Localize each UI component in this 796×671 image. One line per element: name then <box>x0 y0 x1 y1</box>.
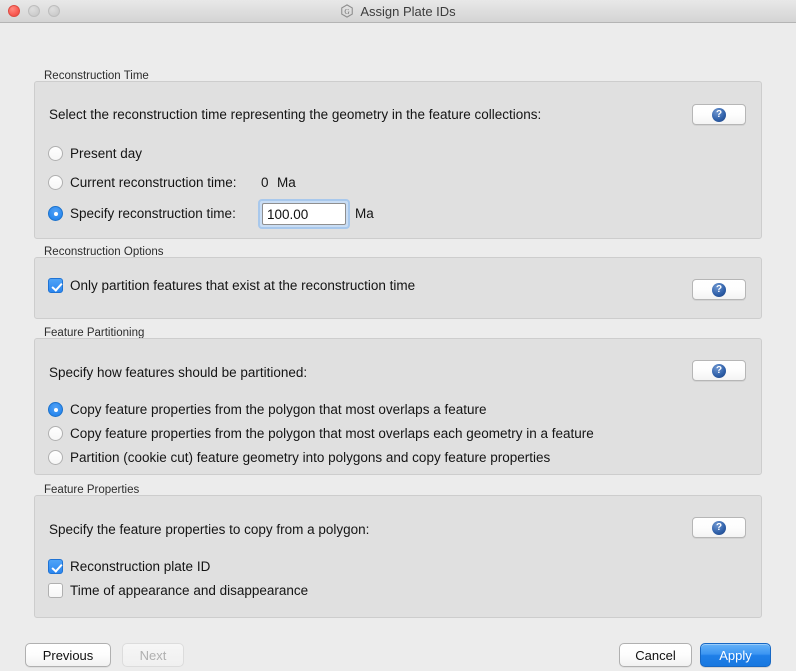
reconstruction-time-unit: Ma <box>355 206 374 221</box>
minimize-button[interactable] <box>28 5 40 17</box>
help-button-feature-properties[interactable]: ? <box>692 517 746 538</box>
window-titlebar: G Assign Plate IDs <box>0 0 796 23</box>
radio-indicator-copy-properties-most-overlaps-feature[interactable] <box>48 402 63 417</box>
zoom-button[interactable] <box>48 5 60 17</box>
help-button-feature-partitioning[interactable]: ? <box>692 360 746 381</box>
group-reconstruction-time: Select the reconstruction time represent… <box>34 81 762 239</box>
group-feature-partitioning: Specify how features should be partition… <box>34 338 762 475</box>
reconstruction-time-spinbox[interactable] <box>258 199 350 229</box>
question-mark-icon: ? <box>712 107 726 122</box>
close-button[interactable] <box>8 5 20 17</box>
radio-copy-properties-most-overlaps-feature[interactable]: Copy feature properties from the polygon… <box>48 402 486 417</box>
help-button-reconstruction-time[interactable]: ? <box>692 104 746 125</box>
spinbox-inner <box>262 203 346 225</box>
current-reconstruction-time-unit: Ma <box>277 175 296 190</box>
question-mark-icon: ? <box>712 363 726 378</box>
previous-button[interactable]: Previous <box>25 643 111 667</box>
svg-text:G: G <box>345 7 351 16</box>
cancel-button[interactable]: Cancel <box>619 643 692 667</box>
radio-indicator-current-reconstruction-time[interactable] <box>48 175 63 190</box>
radio-current-reconstruction-time[interactable]: Current reconstruction time: <box>48 175 237 190</box>
next-button[interactable]: Next <box>122 643 184 667</box>
checkbox-label-only-partition-existing: Only partition features that exist at th… <box>70 278 416 293</box>
checkbox-indicator-reconstruction-plate-id[interactable] <box>48 559 63 574</box>
checkbox-label-reconstruction-plate-id: Reconstruction plate ID <box>70 559 211 574</box>
help-button-reconstruction-options[interactable]: ? <box>692 279 746 300</box>
current-reconstruction-time-value: 0 <box>261 175 269 190</box>
radio-indicator-present-day[interactable] <box>48 146 63 161</box>
radio-label-present-day: Present day <box>70 146 143 161</box>
radio-specify-reconstruction-time[interactable]: Specify reconstruction time: <box>48 206 236 221</box>
group-feature-properties: Specify the feature properties to copy f… <box>34 495 762 618</box>
checkbox-indicator-only-partition-existing[interactable] <box>48 278 63 293</box>
radio-label-partition-cookie-cut: Partition (cookie cut) feature geometry … <box>70 450 551 465</box>
dialog-content: Reconstruction Time Select the reconstru… <box>0 23 796 671</box>
radio-indicator-partition-cookie-cut[interactable] <box>48 450 63 465</box>
question-mark-icon: ? <box>712 282 726 297</box>
radio-label-copy-properties-most-overlaps-feature: Copy feature properties from the polygon… <box>70 402 487 417</box>
gplates-hexagon-icon: G <box>340 4 354 18</box>
radio-label-specify-reconstruction-time: Specify reconstruction time: <box>70 206 236 221</box>
apply-button[interactable]: Apply <box>700 643 771 667</box>
radio-indicator-specify-reconstruction-time[interactable] <box>48 206 63 221</box>
radio-present-day[interactable]: Present day <box>48 146 142 161</box>
reconstruction-time-input[interactable] <box>263 204 345 224</box>
radio-indicator-copy-properties-most-overlaps-geometry[interactable] <box>48 426 63 441</box>
checkbox-time-of-appearance[interactable]: Time of appearance and disappearance <box>48 583 308 598</box>
feature-partitioning-prompt: Specify how features should be partition… <box>49 365 308 380</box>
checkbox-reconstruction-plate-id[interactable]: Reconstruction plate ID <box>48 559 210 574</box>
radio-copy-properties-most-overlaps-geometry[interactable]: Copy feature properties from the polygon… <box>48 426 594 441</box>
radio-label-copy-properties-most-overlaps-geometry: Copy feature properties from the polygon… <box>70 426 594 441</box>
window-title: Assign Plate IDs <box>360 3 456 19</box>
checkbox-label-time-of-appearance: Time of appearance and disappearance <box>70 583 309 598</box>
radio-label-current-reconstruction-time: Current reconstruction time: <box>70 175 237 190</box>
traffic-light-group <box>0 5 60 17</box>
question-mark-icon: ? <box>712 520 726 535</box>
reconstruction-time-prompt: Select the reconstruction time represent… <box>49 107 542 122</box>
feature-properties-prompt: Specify the feature properties to copy f… <box>49 522 370 537</box>
checkbox-indicator-time-of-appearance[interactable] <box>48 583 63 598</box>
radio-partition-cookie-cut[interactable]: Partition (cookie cut) feature geometry … <box>48 450 550 465</box>
checkbox-only-partition-existing[interactable]: Only partition features that exist at th… <box>48 278 415 293</box>
group-reconstruction-options: Only partition features that exist at th… <box>34 257 762 319</box>
window-title-container: G Assign Plate IDs <box>0 0 796 22</box>
